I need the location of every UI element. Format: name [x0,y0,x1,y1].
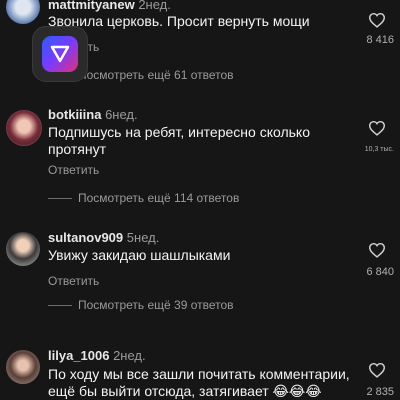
comment-username[interactable]: sultanov909 [48,230,123,245]
like-count: 2 835 [366,386,394,398]
view-more-replies-label: Посмотреть ещё 114 ответов [78,191,240,205]
like-count: 8 416 [366,34,394,46]
divider-line [48,198,72,200]
play-triangle-icon [50,45,70,63]
comment-item: botkiiina 6нед. Подпишусь на ребят, инте… [0,104,400,205]
avatar[interactable] [6,0,40,24]
comment-meta: lilya_1006 2нед. [48,348,146,363]
view-more-replies-label: Посмотреть ещё 39 ответов [78,298,234,312]
comment-time: 2нед. [138,0,171,12]
heart-icon[interactable] [368,362,386,378]
comment-username[interactable]: lilya_1006 [48,348,109,363]
view-more-replies[interactable]: Посмотреть ещё 114 ответов [48,191,239,205]
comment-username[interactable]: mattmityanew [48,0,135,12]
comment-meta: botkiiina 6нед. [48,107,138,122]
comment-time: 6нед. [105,107,138,122]
comment-time: 2нед. [113,348,146,363]
divider-line [48,305,72,307]
avatar[interactable] [6,350,40,384]
comment-item: sultanov909 5нед. Увижу закидаю шашлыкам… [0,228,400,318]
comment-text: По ходу мы все зашли почитать комментари… [48,366,350,399]
comment-username[interactable]: botkiiina [48,107,101,122]
comment-meta: sultanov909 5нед. [48,230,159,245]
like-count: 6 840 [366,266,394,278]
comment-item: lilya_1006 2нед. По ходу мы все зашли по… [0,346,400,400]
app-icon-inner [42,36,78,72]
heart-icon[interactable] [368,242,386,258]
avatar[interactable] [6,110,42,146]
comment-time: 5нед. [126,230,160,245]
avatar[interactable] [6,232,40,266]
comment-text: Увижу закидаю шашлыками [48,247,231,263]
reply-button[interactable]: Ответить [48,274,99,288]
heart-icon[interactable] [368,120,386,136]
comment-meta: mattmityanew 2нед. [48,0,171,12]
reply-button[interactable]: Ответить [48,163,99,177]
app-icon[interactable] [32,26,88,82]
heart-icon[interactable] [368,12,386,28]
view-more-replies[interactable]: Посмотреть ещё 39 ответов [48,298,234,312]
like-count: 10,3 тыс. [364,146,394,153]
comment-text: Звонила церковь. Просит вернуть мощи [48,13,310,29]
view-more-replies-label: Посмотреть ещё 61 ответов [78,68,234,82]
comment-text: Подпишусь на ребят, интересно сколько пр… [48,124,310,157]
